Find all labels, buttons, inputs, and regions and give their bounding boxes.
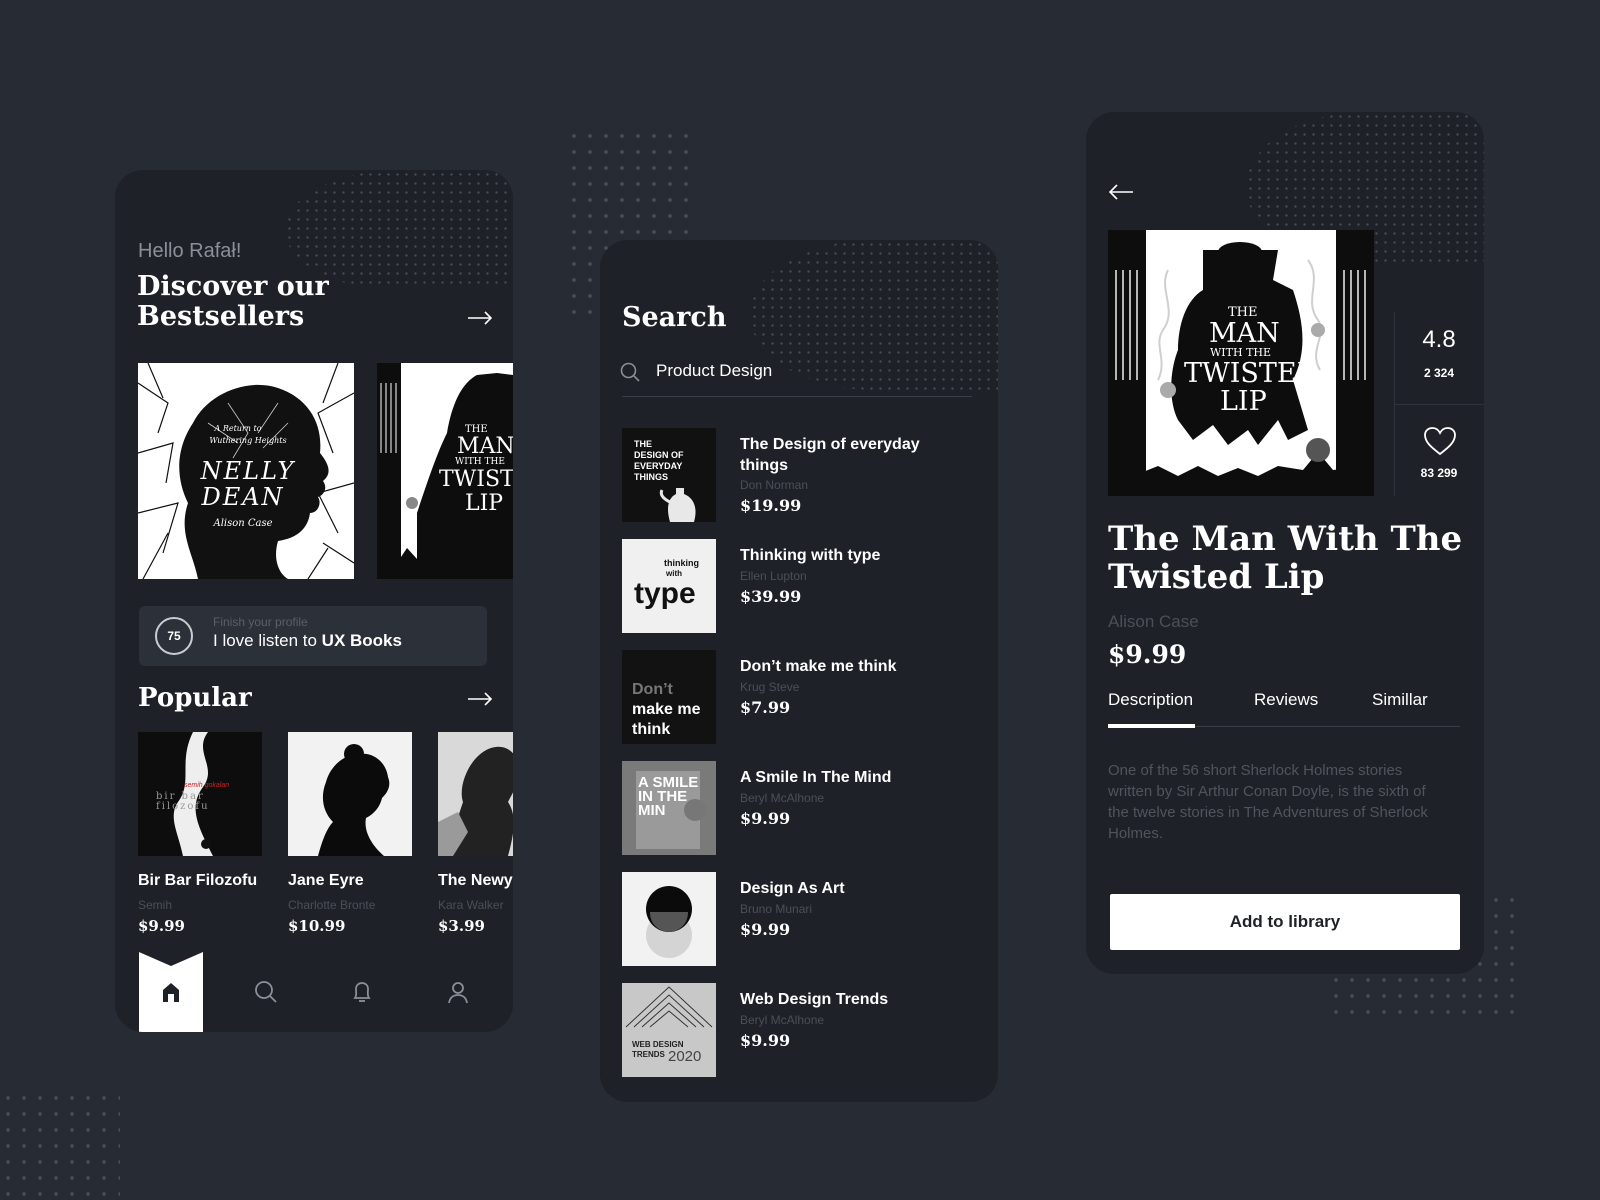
search-screen: Search Product Design THE DESIGN OF EVER… bbox=[600, 240, 998, 1102]
search-icon[interactable] bbox=[252, 978, 280, 1006]
detail-screen: THE MAN WITH THE TWISTED LIP 4.8 2 324 8… bbox=[1086, 112, 1484, 974]
greeting: Hello Rafał! bbox=[138, 240, 242, 262]
book-author: Kara Walker bbox=[438, 898, 504, 912]
book-cover bbox=[622, 872, 716, 966]
profile-text: I love listen to UX Books bbox=[213, 631, 402, 650]
list-item[interactable]: Design As Art Bruno Munari $9.99 bbox=[622, 872, 972, 968]
user-icon[interactable] bbox=[444, 978, 472, 1006]
book-price: $39.99 bbox=[740, 587, 802, 606]
list-item[interactable]: thinking with type Thinking with type El… bbox=[622, 539, 972, 635]
book-title: Web Design Trends bbox=[740, 991, 889, 1008]
book-cover: WEB DESIGN TRENDS 2020 bbox=[622, 983, 716, 1077]
book-title: Jane Eyre bbox=[288, 872, 364, 889]
book-price: $9.99 bbox=[740, 920, 791, 939]
book-cover bbox=[288, 732, 412, 856]
profile-hint: Finish your profile bbox=[213, 615, 308, 629]
cover-text: Wuthering Heights bbox=[209, 436, 287, 445]
cover-title: LIP bbox=[1220, 386, 1267, 417]
popular-heading: Popular bbox=[138, 683, 252, 713]
cover-title: LIP bbox=[465, 491, 504, 516]
search-input[interactable]: Product Design bbox=[656, 361, 956, 381]
tab-active-indicator bbox=[1108, 724, 1195, 728]
back-arrow-icon[interactable] bbox=[1108, 184, 1134, 200]
book-cover: semih gokalan bir bar filozofu bbox=[138, 732, 262, 856]
cover-text: A Return to bbox=[214, 424, 262, 433]
cover-text: WITH THE bbox=[455, 457, 505, 467]
book-description: One of the 56 short Sherlock Holmes stor… bbox=[1108, 762, 1428, 842]
book-price: $9.99 bbox=[740, 1031, 791, 1050]
book-title: A Smile In The Mind bbox=[740, 769, 892, 786]
divider bbox=[1394, 404, 1484, 405]
cover-text: WITH THE bbox=[1210, 346, 1272, 359]
book-title: The Design of everyday things bbox=[740, 436, 920, 474]
book-author: Alison Case bbox=[1108, 612, 1199, 631]
book-cover bbox=[438, 732, 513, 856]
cover-author: Alison Case bbox=[213, 518, 273, 529]
tab-description[interactable]: Description bbox=[1108, 690, 1193, 710]
cover-title: DEAN bbox=[201, 483, 285, 511]
arrow-right-icon[interactable] bbox=[467, 692, 493, 706]
list-item[interactable]: Don’t make me think Don’t make me think … bbox=[622, 650, 972, 746]
book-author: Bruno Munari bbox=[740, 902, 813, 916]
search-icon bbox=[620, 362, 640, 382]
home-icon[interactable] bbox=[157, 978, 185, 1006]
book-price: $19.99 bbox=[740, 496, 802, 515]
book-price: $10.99 bbox=[288, 917, 346, 935]
cover-text: semih gokalan bbox=[184, 782, 230, 789]
search-underline bbox=[622, 396, 972, 397]
cover-title: TWISTED bbox=[439, 467, 513, 492]
cover-text: bir bar filozofu bbox=[156, 791, 210, 812]
list-item[interactable]: WEB DESIGN TRENDS 2020 Web Design Trends… bbox=[622, 983, 972, 1079]
popular-item[interactable]: The Newy Kara Walker $3.99 bbox=[438, 732, 513, 942]
book-title: Bir Bar Filozofu bbox=[138, 872, 258, 889]
list-item[interactable]: THE DESIGN OF EVERYDAY THINGS The Design… bbox=[622, 428, 972, 524]
add-to-library-button[interactable]: Add to library bbox=[1110, 894, 1460, 950]
profile-progress: 75 bbox=[155, 617, 193, 655]
page-title: Search bbox=[622, 302, 727, 333]
book-price: $9.99 bbox=[138, 917, 185, 935]
book-author: Charlotte Bronte bbox=[288, 898, 376, 912]
rating-count: 2 324 bbox=[1423, 366, 1455, 380]
book-author: Krug Steve bbox=[740, 680, 800, 694]
book-price: $3.99 bbox=[438, 917, 485, 935]
book-title: The Man With The Twisted Lip bbox=[1108, 519, 1463, 597]
book-cover: Don’t make me think bbox=[622, 650, 716, 744]
book-cover: THE MAN WITH THE TWISTED LIP bbox=[1108, 230, 1374, 496]
heart-icon[interactable] bbox=[1423, 426, 1457, 456]
profile-card[interactable]: 75 Finish your profile I love listen to … bbox=[139, 606, 487, 666]
rating-value: 4.8 bbox=[1422, 326, 1456, 353]
book-cover[interactable]: THE MAN WITH THE TWISTED LIP bbox=[377, 363, 513, 579]
book-title: Thinking with type bbox=[740, 547, 881, 564]
list-item[interactable]: A SMILE IN THE MIN A Smile In The Mind B… bbox=[622, 761, 972, 857]
cover-title: MAN bbox=[457, 434, 513, 459]
decor-dots bbox=[0, 1090, 120, 1200]
book-title: Don’t make me think bbox=[740, 658, 897, 675]
book-price: $9.99 bbox=[1108, 640, 1187, 669]
book-cover: THE DESIGN OF EVERYDAY THINGS bbox=[622, 428, 716, 522]
home-screen: Hello Rafał! Discover our Bestsellers A … bbox=[115, 170, 513, 1032]
arrow-right-icon[interactable] bbox=[467, 311, 493, 325]
cover-title: NELLY bbox=[200, 457, 296, 485]
book-title: The Newy bbox=[438, 872, 513, 889]
bell-icon[interactable] bbox=[348, 978, 376, 1006]
book-cover: A SMILE IN THE MIN bbox=[622, 761, 716, 855]
book-cover: thinking with type bbox=[622, 539, 716, 633]
book-cover[interactable]: A Return to Wuthering Heights NELLY DEAN… bbox=[138, 363, 354, 579]
page-title: Discover our Bestsellers bbox=[137, 271, 329, 332]
cover-title: TWISTED bbox=[1184, 358, 1319, 389]
tab-reviews[interactable]: Reviews bbox=[1254, 690, 1318, 710]
tab-similar[interactable]: Simillar bbox=[1372, 690, 1428, 710]
likes-count: 83 299 bbox=[1420, 466, 1458, 480]
book-price: $7.99 bbox=[740, 698, 791, 717]
cover-title: MAN bbox=[1209, 318, 1280, 349]
book-price: $9.99 bbox=[740, 809, 791, 828]
book-author: Semih bbox=[138, 898, 173, 912]
book-author: Beryl McAlhone bbox=[740, 1013, 825, 1027]
book-author: Don Norman bbox=[740, 478, 809, 492]
book-title: Design As Art bbox=[740, 880, 845, 897]
book-author: Beryl McAlhone bbox=[740, 791, 825, 805]
book-author: Ellen Lupton bbox=[740, 569, 807, 583]
